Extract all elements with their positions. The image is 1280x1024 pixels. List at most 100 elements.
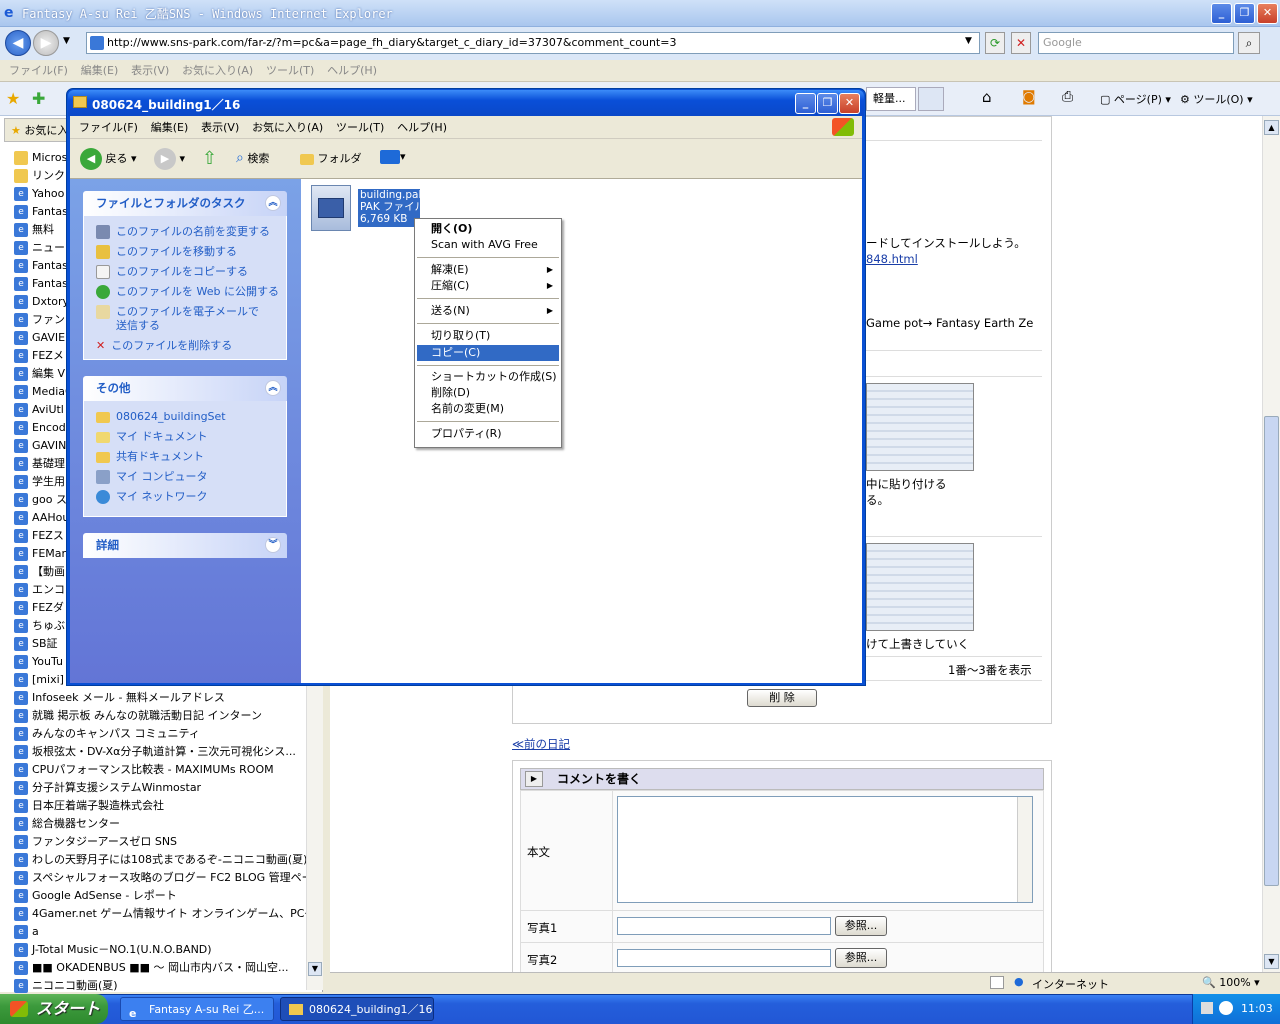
zoom-level[interactable]: 🔍 100% ▾ — [1202, 976, 1260, 989]
page-scroll-down-icon[interactable]: ▼ — [1264, 954, 1279, 969]
favorite-item[interactable]: e スペシャルフォース攻略のブログー FC2 BLOG 管理ページ — [14, 869, 308, 887]
screenshot-thumbnail[interactable] — [866, 543, 974, 631]
ctx-send-to[interactable]: 送る(N) ▶ — [417, 303, 559, 319]
ie-maximize-button[interactable]: ❐ — [1234, 3, 1255, 24]
search-input[interactable]: Google — [1038, 32, 1234, 54]
favorite-item[interactable]: e 日本圧着端子製造株式会社 — [14, 797, 308, 815]
page-scrollbar[interactable]: ▲ ▼ — [1262, 116, 1280, 976]
ex-search-button[interactable]: ⌕ 検索 — [236, 150, 269, 166]
delete-file-link[interactable]: ✕ このファイルを削除する — [96, 339, 232, 353]
ctx-extract[interactable]: 解凍(E) ▶ — [417, 262, 559, 278]
menu-file[interactable]: ファイル(F) — [9, 64, 68, 77]
address-dropdown-icon[interactable]: ▼ — [965, 36, 972, 46]
place-my-network[interactable]: マイ ネットワーク — [96, 490, 208, 504]
pak-file-icon[interactable] — [311, 185, 351, 231]
ctx-compress[interactable]: 圧縮(C) ▶ — [417, 278, 559, 294]
print-icon[interactable]: ⎙ — [1062, 89, 1073, 105]
ctx-cut[interactable]: 切り取り(T) — [417, 328, 559, 344]
tab-lightweight[interactable]: 軽量... — [866, 87, 916, 111]
file-item-label[interactable]: building.pak PAK ファイル 6,769 KB — [358, 189, 420, 227]
place-parent-folder[interactable]: 080624_buildingSet — [96, 410, 226, 424]
task-ie[interactable]: e Fantasy A-su Rei 乙... — [120, 997, 274, 1021]
favorite-item[interactable]: e 総合機器センター — [14, 815, 308, 833]
ctx-rename[interactable]: 名前の変更(M) — [417, 401, 559, 417]
ie-minimize-button[interactable]: _ — [1211, 3, 1232, 24]
menu-tools[interactable]: ツール(T) — [266, 64, 314, 77]
favorite-item[interactable]: e J-Total Music－NO.1(U.N.O.BAND) — [14, 941, 308, 959]
add-favorite-icon[interactable]: ✚ — [32, 89, 45, 108]
favorite-item[interactable]: e 4Gamer.net ゲーム情報サイト オンラインゲーム、PCゲー... — [14, 905, 308, 923]
ex-menu-view[interactable]: 表示(V) — [201, 121, 239, 134]
favorite-item[interactable]: e CPUパフォーマンス比較表 - MAXIMUMs ROOM — [14, 761, 308, 779]
page-scroll-up-icon[interactable]: ▲ — [1264, 120, 1279, 135]
place-shared-documents[interactable]: 共有ドキュメント — [96, 450, 204, 464]
favorite-item[interactable]: e わしの天野月子には108式まであるぞ-ニコニコ動画(夏) — [14, 851, 308, 869]
page-scroll-thumb[interactable] — [1264, 416, 1279, 886]
copy-file-link[interactable]: このファイルをコピーする — [96, 265, 248, 279]
other-places-header[interactable]: その他 ︽ — [83, 376, 287, 401]
favorite-item[interactable]: ea — [14, 923, 308, 941]
search-icon[interactable]: ⌕ — [1238, 32, 1260, 54]
ex-folders-button[interactable]: フォルダ — [300, 150, 362, 166]
favorite-item[interactable]: e ■■ OKADENBUS ■■ 〜 岡山市内バス・岡山空... — [14, 959, 308, 977]
ctx-copy[interactable]: コピー(C) — [417, 345, 559, 361]
ctx-open[interactable]: 開く(O) — [417, 221, 559, 237]
ex-menu-favorites[interactable]: お気に入り(A) — [252, 121, 323, 134]
rename-file-link[interactable]: このファイルの名前を変更する — [96, 225, 270, 239]
favorite-item[interactable]: e 坂根弦太・DV-Xα分子軌道計算・三次元可視化シス... — [14, 743, 308, 761]
keyboard-icon[interactable] — [1201, 1002, 1213, 1014]
ex-menu-tools[interactable]: ツール(T) — [336, 121, 384, 134]
start-button[interactable]: スタート — [0, 994, 108, 1024]
place-my-computer[interactable]: マイ コンピュータ — [96, 470, 208, 484]
favorite-item[interactable]: e 就職 掲示板 みんなの就職活動日記 インターン — [14, 707, 308, 725]
forward-button[interactable]: ▶ — [33, 30, 59, 56]
menu-view[interactable]: 表示(V) — [131, 64, 169, 77]
explorer-minimize-button[interactable]: _ — [795, 93, 816, 114]
favorite-item[interactable]: e Infoseek メール - 無料メールアドレス — [14, 689, 308, 707]
ex-views-button[interactable]: ▾ — [380, 150, 406, 164]
menu-edit[interactable]: 編集(E) — [81, 64, 119, 77]
favorite-item[interactable]: e Google AdSense - レポート — [14, 887, 308, 905]
explorer-close-button[interactable]: ✕ — [839, 93, 860, 114]
ctx-scan-avg[interactable]: Scan with AVG Free — [417, 237, 559, 253]
ctx-create-shortcut[interactable]: ショートカットの作成(S) — [417, 369, 559, 385]
email-file-link[interactable]: このファイルを電子メールで送信する — [96, 305, 266, 333]
ex-forward-button[interactable]: ▶ ▾ — [154, 148, 185, 170]
photo1-input[interactable] — [617, 917, 831, 935]
up-folder-icon[interactable]: ⇧ — [202, 148, 217, 169]
new-tab-button[interactable] — [918, 87, 944, 111]
menu-help[interactable]: ヘルプ(H) — [327, 64, 377, 77]
favorites-star-icon[interactable]: ★ — [6, 89, 20, 108]
collapse-icon[interactable]: ︽ — [265, 380, 281, 396]
explorer-maximize-button[interactable]: ❐ — [817, 93, 838, 114]
prev-diary-link[interactable]: ≪前の日記 — [512, 736, 570, 752]
expand-icon[interactable]: ︾ — [265, 537, 281, 553]
move-file-link[interactable]: このファイルを移動する — [96, 245, 237, 259]
textarea-scrollbar[interactable] — [1017, 797, 1032, 902]
feeds-icon[interactable]: ◙ — [1022, 89, 1036, 105]
ex-menu-edit[interactable]: 編集(E) — [151, 121, 189, 134]
ex-back-button[interactable]: ◀ 戻る ▾ — [80, 148, 137, 170]
ie-close-button[interactable]: ✕ — [1257, 3, 1278, 24]
clock[interactable]: 11:03 — [1241, 1002, 1273, 1015]
ex-menu-file[interactable]: ファイル(F) — [79, 121, 138, 134]
place-my-documents[interactable]: マイ ドキュメント — [96, 430, 208, 444]
stop-icon[interactable]: ✕ — [1011, 32, 1031, 54]
address-bar[interactable]: http://www.sns-park.com/far-z/?m=pc&a=pa… — [86, 32, 980, 54]
comment-body-textarea[interactable] — [617, 796, 1033, 903]
home-icon[interactable]: ⌂ — [982, 88, 992, 106]
photo2-browse-button[interactable]: 参照... — [835, 948, 887, 968]
ctx-properties[interactable]: プロパティ(R) — [417, 426, 559, 442]
page-menu-button[interactable]: ▢ ページ(P) ▾ — [1100, 91, 1171, 107]
file-tasks-header[interactable]: ファイルとフォルダのタスク ︽ — [83, 191, 287, 216]
favorite-item[interactable]: e ニコニコ動画(夏) — [14, 977, 308, 995]
details-header[interactable]: 詳細 ︾ — [83, 533, 287, 558]
photo1-browse-button[interactable]: 参照... — [835, 916, 887, 936]
photo2-input[interactable] — [617, 949, 831, 967]
delete-button[interactable]: 削 除 — [747, 689, 817, 707]
history-dropdown-icon[interactable]: ▼ — [63, 36, 70, 46]
menu-favorites[interactable]: お気に入り(A) — [182, 64, 253, 77]
favorite-item[interactable]: e 分子計算支援システムWinmostar — [14, 779, 308, 797]
screenshot-thumbnail[interactable] — [866, 383, 974, 471]
volume-icon[interactable] — [1219, 1001, 1233, 1015]
